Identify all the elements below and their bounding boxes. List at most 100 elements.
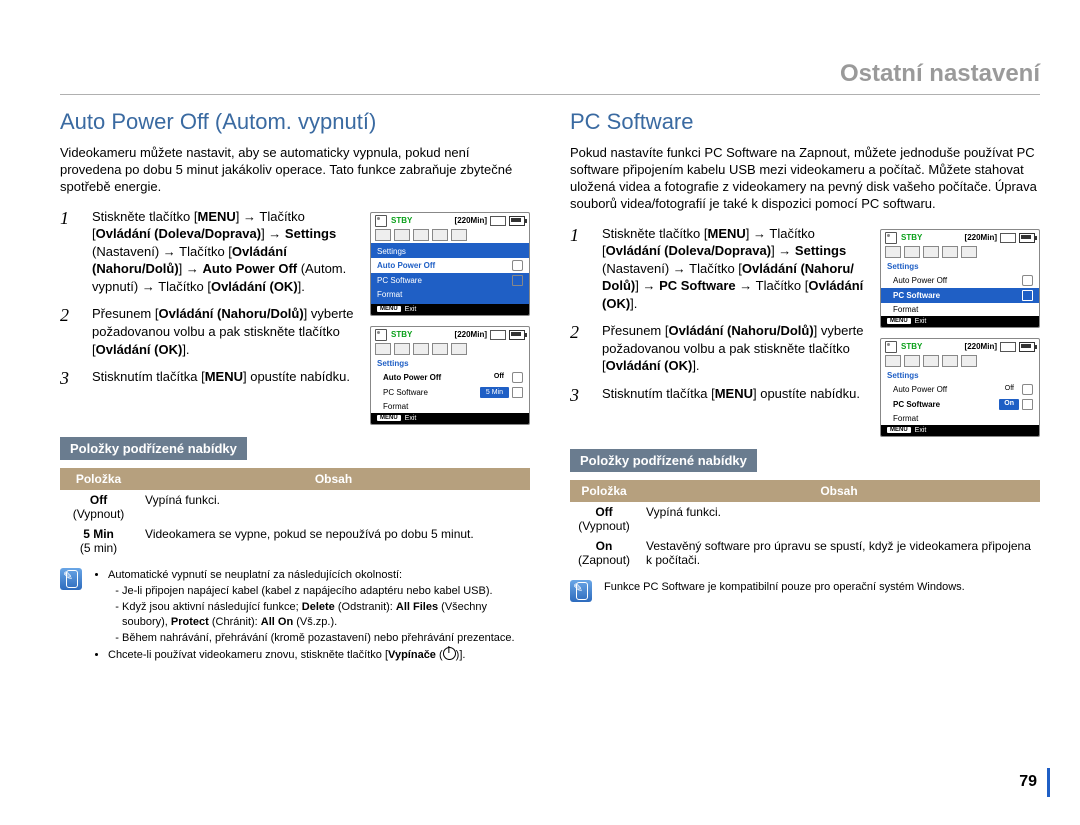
row-icons [1022, 290, 1033, 301]
step-3: 3 Stisknutím tlačítka [MENU] opustíte na… [570, 385, 868, 406]
info-icon [512, 260, 523, 271]
t: Delete [302, 601, 335, 613]
intro-text: Pokud nastavíte funkci PC Software na Za… [570, 145, 1040, 213]
lcd-tabs [881, 246, 1039, 260]
step-number: 3 [60, 368, 78, 389]
t: PC Software [659, 278, 736, 293]
t: Přesunem [ [602, 323, 668, 338]
t: ] → [261, 226, 285, 241]
submenu-table: Položka Obsah Off(Vypnout) Vypíná funkci… [60, 468, 530, 558]
table-row: Off(Vypnout) Vypíná funkci. [570, 502, 1040, 536]
row-icons [512, 260, 523, 271]
note-icon [570, 580, 592, 602]
power-icon [443, 647, 456, 660]
rec-time: [220Min] [455, 330, 487, 339]
t: (Vš.zp.). [293, 616, 337, 628]
option-off: Off [489, 372, 509, 383]
step-text: Stiskněte tlačítko [MENU] → Tlačítko [Ov… [602, 225, 868, 313]
status-right: [220Min] [965, 342, 1035, 352]
steps-and-screens: 1 Stiskněte tlačítko [MENU] → Tlačítko [… [60, 208, 530, 425]
lcd-item-selected: PC Software [881, 288, 1039, 303]
table-row: On(Zapnout) Vestavěný software pro úprav… [570, 536, 1040, 570]
tab-icon [904, 355, 920, 367]
tab-icon [885, 355, 901, 367]
step-1: 1 Stiskněte tlačítko [MENU] → Tlačítko [… [570, 225, 868, 313]
tab-icon [413, 229, 429, 241]
t: Off [595, 505, 612, 519]
steps-and-screens: 1 Stiskněte tlačítko [MENU] → Tlačítko [… [570, 225, 1040, 437]
t: Ovládání (OK) [606, 358, 693, 373]
lcd-tabs [371, 343, 529, 357]
t: ] → [179, 261, 203, 276]
row-icons [1022, 275, 1033, 286]
t: Stisknutím tlačítka [ [92, 369, 205, 384]
note-subitem: Je-li připojen napájecí kabel (kabel z n… [122, 584, 530, 598]
t: (Chránit): [209, 616, 261, 628]
lcd-screenshot-settings-pcs: STBY [220Min] Settings Auto [880, 229, 1040, 328]
menu-chip: MENU [377, 306, 401, 312]
t: (Vypnout) [73, 507, 125, 521]
step-number: 1 [570, 225, 588, 313]
step-number: 3 [570, 385, 588, 406]
t: Stisknutím tlačítka [ [602, 386, 715, 401]
info-icon [1022, 384, 1033, 395]
t: Ovládání (Doleva/Doprava) [606, 243, 771, 258]
t: Off [90, 493, 107, 507]
tab-icon [375, 343, 391, 355]
section-heading-auto-power-off: Auto Power Off (Autom. vypnutí) [60, 109, 530, 135]
t: Vypínače [388, 649, 436, 661]
t: ] opustíte nabídku. [243, 369, 350, 384]
row-right: On [999, 399, 1033, 410]
tab-icon [375, 229, 391, 241]
t: (Odstranit): [335, 601, 396, 613]
lcd-screenshot-settings-apo: STBY [220Min] Settings [370, 212, 530, 316]
card-icon [885, 232, 897, 244]
step-2: 2 Přesunem [Ovládání (Nahoru/Dolů)] vybe… [60, 305, 358, 358]
tab-icon [394, 343, 410, 355]
menu-chip: MENU [887, 427, 911, 433]
rec-time: [220Min] [455, 216, 487, 225]
t: Auto Power Off [893, 276, 947, 285]
col-header: Položka [570, 480, 638, 502]
step-number: 2 [60, 305, 78, 358]
row-right: 5 Min [480, 387, 523, 398]
lcd-heading: Settings [371, 357, 529, 370]
lock-icon [1022, 399, 1033, 410]
note-item: Automatické vypnutí se neuplatní za násl… [108, 568, 530, 645]
card-icon [1000, 342, 1016, 352]
tab-icon [942, 355, 958, 367]
lcd-item: Auto Power Off [881, 273, 1039, 288]
t: Exit [405, 415, 417, 422]
t: )]. [456, 649, 466, 661]
t: ]. [630, 296, 637, 311]
rec-time: [220Min] [965, 233, 997, 242]
t: (5 min) [80, 541, 117, 555]
step-text: Stisknutím tlačítka [MENU] opustíte nabí… [92, 368, 358, 389]
t: Settings [377, 247, 406, 256]
tab-icon [394, 229, 410, 241]
tab-icon [923, 355, 939, 367]
step-text: Stisknutím tlačítka [MENU] opustíte nabí… [602, 385, 868, 406]
card-icon [885, 341, 897, 353]
cell-desc: Videokamera se vypne, pokud se nepoužívá… [137, 524, 530, 558]
t: PC Software [383, 388, 428, 397]
step-text: Stiskněte tlačítko [MENU] → Tlačítko [Ov… [92, 208, 358, 296]
lcd-status-bar: STBY [220Min] [371, 327, 529, 343]
t: Ovládání (Doleva/Doprava) [96, 226, 261, 241]
stby-indicator: STBY [901, 342, 922, 351]
submenu-items-heading: Položky podřízené nabídky [60, 437, 247, 460]
t: (Nastavení) → Tlačítko [ [92, 244, 232, 259]
lcd-item-selected: Auto Power Off [371, 258, 529, 273]
t: ]. [182, 342, 189, 357]
info-icon [1022, 275, 1033, 286]
step-number: 2 [570, 322, 588, 375]
lock-icon [512, 275, 523, 286]
lcd-exit-bar: MENUExit [881, 316, 1039, 327]
cell-item: Off(Vypnout) [570, 502, 638, 536]
tab-icon [432, 229, 448, 241]
note-block: Funkce PC Software je kompatibilní pouze… [570, 580, 1040, 602]
t: ( [436, 649, 443, 661]
card-icon [490, 330, 506, 340]
info-icon [512, 372, 523, 383]
card-icon [375, 215, 387, 227]
